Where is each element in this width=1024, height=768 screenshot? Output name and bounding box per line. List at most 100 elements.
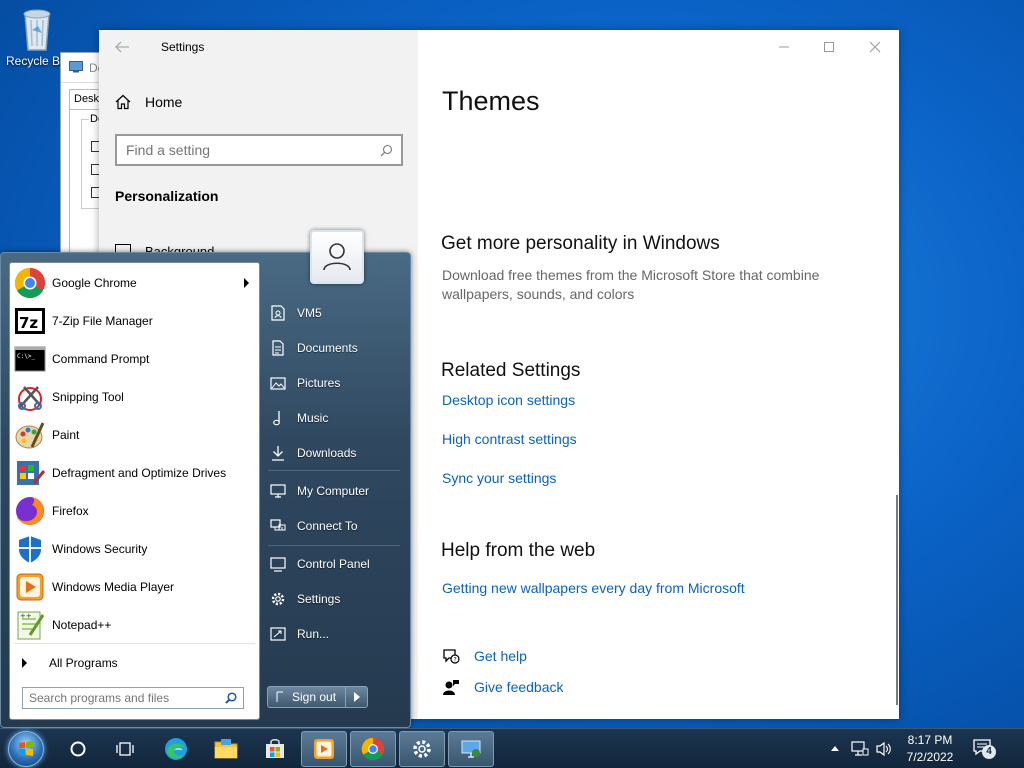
program-item-google-chrome[interactable]: Google Chrome [14, 265, 257, 301]
program-item-firefox[interactable]: Firefox [14, 493, 257, 529]
program-item-command-prompt[interactable]: C:\>_ Command Prompt [14, 341, 257, 377]
start-item-connect-to[interactable]: Connect To [269, 511, 404, 541]
file-explorer-icon [214, 739, 238, 759]
program-item-windows-security[interactable]: Windows Security [14, 531, 257, 567]
taskbar-media-player[interactable] [301, 731, 347, 767]
sign-out-button[interactable]: Sign out [267, 686, 346, 708]
start-button[interactable] [8, 731, 44, 767]
all-programs-button[interactable]: All Programs [22, 656, 118, 670]
program-item-notepadpp[interactable]: ++ Notepad++ [14, 607, 257, 643]
program-label: Notepad++ [52, 618, 112, 632]
sign-out-icon [276, 691, 283, 702]
link-high-contrast-settings[interactable]: High contrast settings [442, 431, 577, 447]
maximize-button[interactable] [806, 36, 852, 58]
network-tray-button[interactable] [851, 741, 869, 757]
close-button[interactable] [852, 36, 898, 58]
media-player-icon [16, 573, 44, 601]
user-avatar[interactable] [310, 230, 364, 284]
start-item-pictures[interactable]: Pictures [269, 368, 404, 398]
program-label: Defragment and Optimize Drives [52, 466, 227, 480]
user-folder-icon [271, 305, 285, 321]
task-view-button[interactable] [102, 731, 148, 767]
program-label: Snipping Tool [52, 390, 124, 404]
program-label: Windows Security [52, 542, 148, 556]
start-item-label: Downloads [297, 446, 357, 460]
cortana-button[interactable] [55, 731, 101, 767]
speaker-icon [876, 741, 891, 757]
document-icon [272, 340, 284, 356]
taskbar-chrome[interactable] [350, 731, 396, 767]
program-label: Google Chrome [52, 276, 137, 290]
start-item-label: Run... [297, 627, 330, 641]
give-feedback-link[interactable]: Give feedback [442, 678, 564, 696]
start-item-downloads[interactable]: Downloads [269, 438, 404, 468]
get-help-label: Get help [474, 648, 527, 664]
task-view-icon [116, 742, 134, 756]
taskbar-display-settings[interactable] [448, 731, 494, 767]
music-note-icon [273, 411, 280, 426]
taskbar-file-explorer[interactable] [203, 731, 249, 767]
minimize-button[interactable] [761, 36, 807, 58]
program-label: Firefox [52, 504, 89, 518]
settings-content-pane: Themes Get more personality in Windows D… [418, 30, 899, 719]
chrome-icon [14, 268, 46, 299]
find-setting-input[interactable] [126, 142, 366, 158]
start-item-control-panel[interactable]: Control Panel [269, 549, 404, 579]
volume-tray-button[interactable] [875, 741, 893, 757]
shutdown-options-button[interactable] [346, 686, 368, 708]
start-item-my-computer[interactable]: My Computer [269, 476, 404, 506]
give-feedback-label: Give feedback [474, 679, 564, 695]
chevron-up-icon [831, 746, 839, 751]
find-setting-box[interactable] [115, 134, 403, 166]
cortana-icon [70, 741, 86, 757]
start-item-label: My Computer [297, 484, 370, 498]
shield-icon [19, 536, 41, 563]
store-icon [266, 739, 284, 758]
edge-icon [165, 738, 187, 760]
link-sync-settings[interactable]: Sync your settings [442, 470, 556, 486]
search-icon[interactable] [225, 692, 237, 704]
svg-text:++: ++ [20, 612, 32, 620]
taskbar: 8:17 PM 7/2/2022 4 [0, 728, 1024, 768]
program-item-7zip[interactable]: 7z 7-Zip File Manager [14, 303, 257, 339]
start-item-settings[interactable]: Settings [269, 584, 404, 614]
chevron-right-icon [353, 692, 360, 702]
taskbar-store[interactable] [252, 731, 298, 767]
start-item-vm5[interactable]: VM5 [269, 298, 404, 328]
start-item-documents[interactable]: Documents [269, 333, 404, 363]
related-settings-heading: Related Settings [441, 360, 581, 381]
nav-home[interactable]: Home [115, 94, 182, 110]
get-help-link[interactable]: ? Get help [442, 647, 527, 665]
back-button[interactable] [113, 38, 131, 56]
program-label: Windows Media Player [52, 580, 175, 594]
program-item-defragment[interactable]: Defragment and Optimize Drives [14, 455, 257, 491]
7zip-icon: 7z [15, 308, 45, 334]
link-desktop-icon-settings[interactable]: Desktop icon settings [442, 392, 575, 408]
start-item-music[interactable]: Music [269, 403, 404, 433]
chrome-icon [361, 737, 385, 761]
program-item-windows-media-player[interactable]: Windows Media Player [14, 569, 257, 605]
recycle-bin-icon [23, 9, 51, 51]
content-scrollbar[interactable] [896, 495, 898, 705]
show-hidden-icons-button[interactable] [830, 744, 840, 752]
start-search-box[interactable] [22, 687, 244, 709]
start-search-input[interactable] [29, 691, 219, 705]
page-title: Themes [442, 86, 540, 116]
taskbar-edge[interactable] [153, 731, 199, 767]
taskbar-clock[interactable]: 8:17 PM 7/2/2022 [897, 732, 963, 766]
snipping-tool-icon [18, 386, 42, 411]
clock-date: 7/2/2022 [906, 750, 954, 764]
minimize-icon [779, 46, 789, 48]
start-item-run[interactable]: Run... [269, 619, 404, 649]
separator [14, 643, 255, 644]
program-item-snipping-tool[interactable]: Snipping Tool [14, 379, 257, 415]
program-item-paint[interactable]: Paint [14, 417, 257, 453]
link-new-wallpapers[interactable]: Getting new wallpapers every day from Mi… [442, 580, 745, 596]
taskbar-settings[interactable] [399, 731, 445, 767]
notification-badge: 4 [982, 745, 996, 759]
search-icon[interactable] [380, 144, 393, 157]
svg-text:?: ? [454, 657, 457, 664]
notepadpp-icon: ++ [17, 611, 45, 640]
action-center-button[interactable]: 4 [972, 737, 996, 759]
start-item-label: Settings [297, 592, 341, 606]
